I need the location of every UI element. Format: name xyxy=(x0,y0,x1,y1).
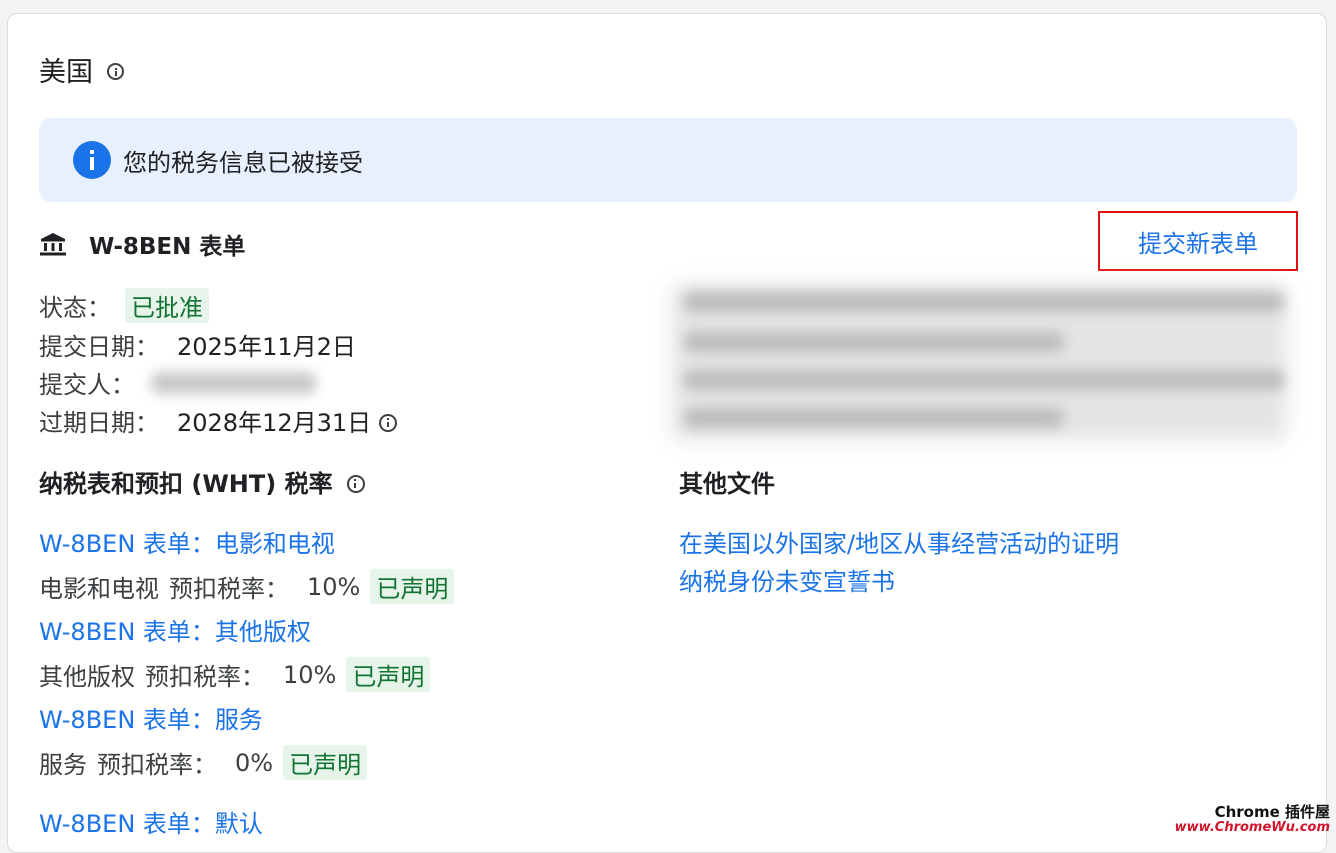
bank-icon xyxy=(40,233,66,256)
redacted-line xyxy=(684,408,1064,428)
rate-value: 10% xyxy=(307,572,361,601)
declared-badge: 已声明 xyxy=(370,569,455,604)
status-label: 状态： xyxy=(39,294,111,322)
submitter-label: 提交人： xyxy=(39,371,135,399)
wht-rate-row-film-tv: 电影和电视 预扣税率： 10% 已声明 xyxy=(39,569,455,604)
wht-form-link-default[interactable]: W-8BEN 表单：默认 xyxy=(39,804,263,839)
redacted-line xyxy=(684,370,1284,390)
other-file-link-status-affidavit[interactable]: 纳税身份未变宣誓书 xyxy=(679,562,895,597)
submitted-date-row: 提交日期： 2025年11月2日 xyxy=(39,327,356,362)
status-row: 状态： 已批准 xyxy=(39,288,209,323)
submitter-row: 提交人： xyxy=(39,365,316,400)
wht-form-link-other-copyright[interactable]: W-8BEN 表单：其他版权 xyxy=(39,612,311,647)
expiry-label: 过期日期： xyxy=(39,409,159,437)
submitted-date-label: 提交日期： xyxy=(39,333,159,361)
form-name: W-8BEN 表单 xyxy=(89,234,246,260)
wht-form-link-services[interactable]: W-8BEN 表单：服务 xyxy=(39,700,263,735)
rate-category: 电影和电视 xyxy=(39,575,159,603)
rate-category: 其他版权 xyxy=(39,663,135,691)
rate-label: 预扣税率： xyxy=(169,575,289,603)
rate-label: 预扣税率： xyxy=(97,751,217,779)
expiry-row: 过期日期： 2028年12月31日 xyxy=(39,403,398,438)
withholding-heading-text: 纳税表和预扣 (WHT) 税率 xyxy=(39,470,333,498)
withholding-heading: 纳税表和预扣 (WHT) 税率 xyxy=(39,464,365,499)
rate-value: 10% xyxy=(283,660,337,689)
redacted-line xyxy=(684,292,1284,312)
country-title: 美国 xyxy=(39,50,124,89)
info-icon[interactable] xyxy=(379,413,398,432)
wht-form-link-film-tv[interactable]: W-8BEN 表单：电影和电视 xyxy=(39,524,335,559)
declared-badge: 已声明 xyxy=(346,657,431,692)
tax-info-card: 美国 您的税务信息已被接受 W-8BEN 表单 提交新表单 状态： 已批准 提交… xyxy=(7,13,1327,853)
status-banner: 您的税务信息已被接受 xyxy=(39,118,1297,202)
info-icon[interactable] xyxy=(107,63,124,80)
submitter-name-redacted xyxy=(151,371,316,394)
other-files-heading: 其他文件 xyxy=(679,470,775,498)
rate-value: 0% xyxy=(235,748,274,777)
other-file-link-business-proof[interactable]: 在美国以外国家/地区从事经营活动的证明 xyxy=(679,524,1119,559)
expiry-value: 2028年12月31日 xyxy=(177,409,372,437)
submitted-date-value: 2025年11月2日 xyxy=(177,333,356,361)
rate-label: 预扣税率： xyxy=(145,663,265,691)
submit-new-form-button[interactable]: 提交新表单 xyxy=(1098,211,1298,271)
country-name: 美国 xyxy=(39,57,93,88)
form-title: W-8BEN 表单 xyxy=(39,227,245,261)
wht-rate-row-other-copyright: 其他版权 预扣税率： 10% 已声明 xyxy=(39,657,431,692)
watermark-url: www.ChromeWu.com xyxy=(1174,819,1330,835)
redacted-line xyxy=(684,332,1064,352)
watermark: Chrome 插件屋 www.ChromeWu.com xyxy=(1175,804,1330,835)
declared-badge: 已声明 xyxy=(283,745,368,780)
info-filled-icon xyxy=(73,141,111,179)
banner-message: 您的税务信息已被接受 xyxy=(123,148,363,177)
watermark-title: Chrome 插件屋 xyxy=(1214,803,1330,822)
status-badge: 已批准 xyxy=(125,288,209,323)
info-icon[interactable] xyxy=(346,474,365,493)
wht-rate-row-services: 服务 预扣税率： 0% 已声明 xyxy=(39,745,368,780)
rate-category: 服务 xyxy=(39,751,87,779)
